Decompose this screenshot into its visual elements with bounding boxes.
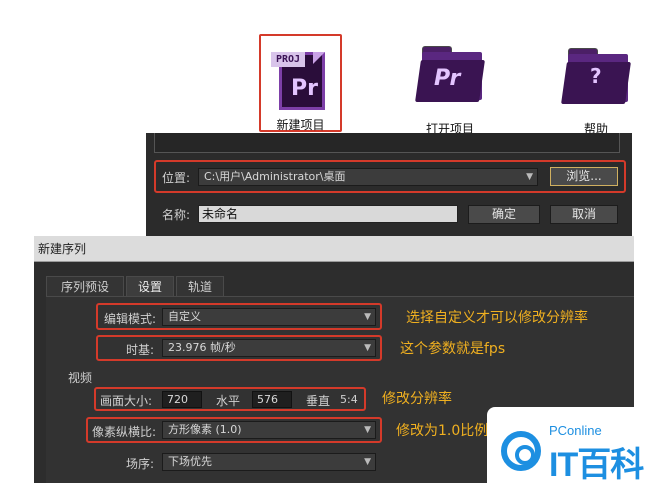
location-dropdown[interactable]: C:\用户\Administrator\桌面 ▼ xyxy=(198,168,538,186)
horizontal-label: 水平 xyxy=(216,394,241,408)
field-order-label: 场序: xyxy=(126,457,155,471)
browse-button[interactable]: 浏览... xyxy=(550,167,618,186)
frame-size-annotation: 修改分辨率 xyxy=(382,391,452,407)
pconline-watermark: PConline IT百科 xyxy=(487,407,659,483)
frame-size-label: 画面大小: xyxy=(100,394,153,408)
editing-mode-label: 编辑模式: xyxy=(104,312,157,326)
name-input[interactable]: 未命名 xyxy=(198,205,458,223)
premiere-project-icon: PROJ Pr xyxy=(271,46,331,112)
watermark-text: IT百科 xyxy=(549,446,644,483)
timebase-dropdown[interactable]: 23.976 帧/秒 ▼ xyxy=(162,339,376,357)
vertical-label: 垂直 xyxy=(306,394,331,408)
video-group-label: 视频 xyxy=(68,371,93,385)
chevron-down-icon: ▼ xyxy=(364,343,371,353)
watermark-brand: PConline xyxy=(549,423,602,438)
ok-button[interactable]: 确定 xyxy=(468,205,540,224)
dialog-upper-panel xyxy=(154,133,620,153)
pixel-aspect-dropdown[interactable]: 方形像素 (1.0) ▼ xyxy=(162,421,376,439)
location-label: 位置: xyxy=(162,171,191,185)
name-label: 名称: xyxy=(162,208,191,222)
tab-sequence-presets[interactable]: 序列预设 xyxy=(46,276,124,296)
editing-mode-dropdown[interactable]: 自定义 ▼ xyxy=(162,308,376,326)
cancel-button[interactable]: 取消 xyxy=(550,205,618,224)
dialog-title: 新建序列 xyxy=(34,236,634,262)
frame-width-input[interactable]: 720 xyxy=(162,391,202,408)
editing-mode-annotation: 选择自定义才可以修改分辨率 xyxy=(406,310,588,326)
frame-aspect-value: 5:4 xyxy=(340,393,358,406)
tab-settings[interactable]: 设置 xyxy=(126,276,174,296)
pixel-aspect-annotation: 修改为1.0比例 xyxy=(396,423,489,439)
pconline-logo-icon xyxy=(501,431,541,471)
open-project-folder-icon: Pr xyxy=(415,46,486,102)
pixel-aspect-label: 像素纵横比: xyxy=(92,425,157,439)
screenshot: PROJ Pr 新建项目 Pr 打开项目 ? 帮助 位置: C:\用户\Admi… xyxy=(0,0,659,483)
chevron-down-icon: ▼ xyxy=(364,457,371,467)
frame-height-input[interactable]: 576 xyxy=(252,391,292,408)
timebase-label: 时基: xyxy=(126,343,155,357)
tab-tracks[interactable]: 轨道 xyxy=(176,276,224,296)
help-folder-icon: ? xyxy=(561,48,632,104)
new-project-dialog: 位置: C:\用户\Administrator\桌面 ▼ 浏览... 名称: 未… xyxy=(146,133,632,237)
chevron-down-icon: ▼ xyxy=(364,425,371,435)
new-project-label: 新建项目 xyxy=(276,118,325,132)
chevron-down-icon: ▼ xyxy=(364,312,371,322)
chevron-down-icon: ▼ xyxy=(526,172,533,182)
timebase-annotation: 这个参数就是fps xyxy=(400,341,506,357)
field-order-dropdown[interactable]: 下场优先 ▼ xyxy=(162,453,376,471)
new-project-tile[interactable]: PROJ Pr 新建项目 xyxy=(259,34,342,132)
